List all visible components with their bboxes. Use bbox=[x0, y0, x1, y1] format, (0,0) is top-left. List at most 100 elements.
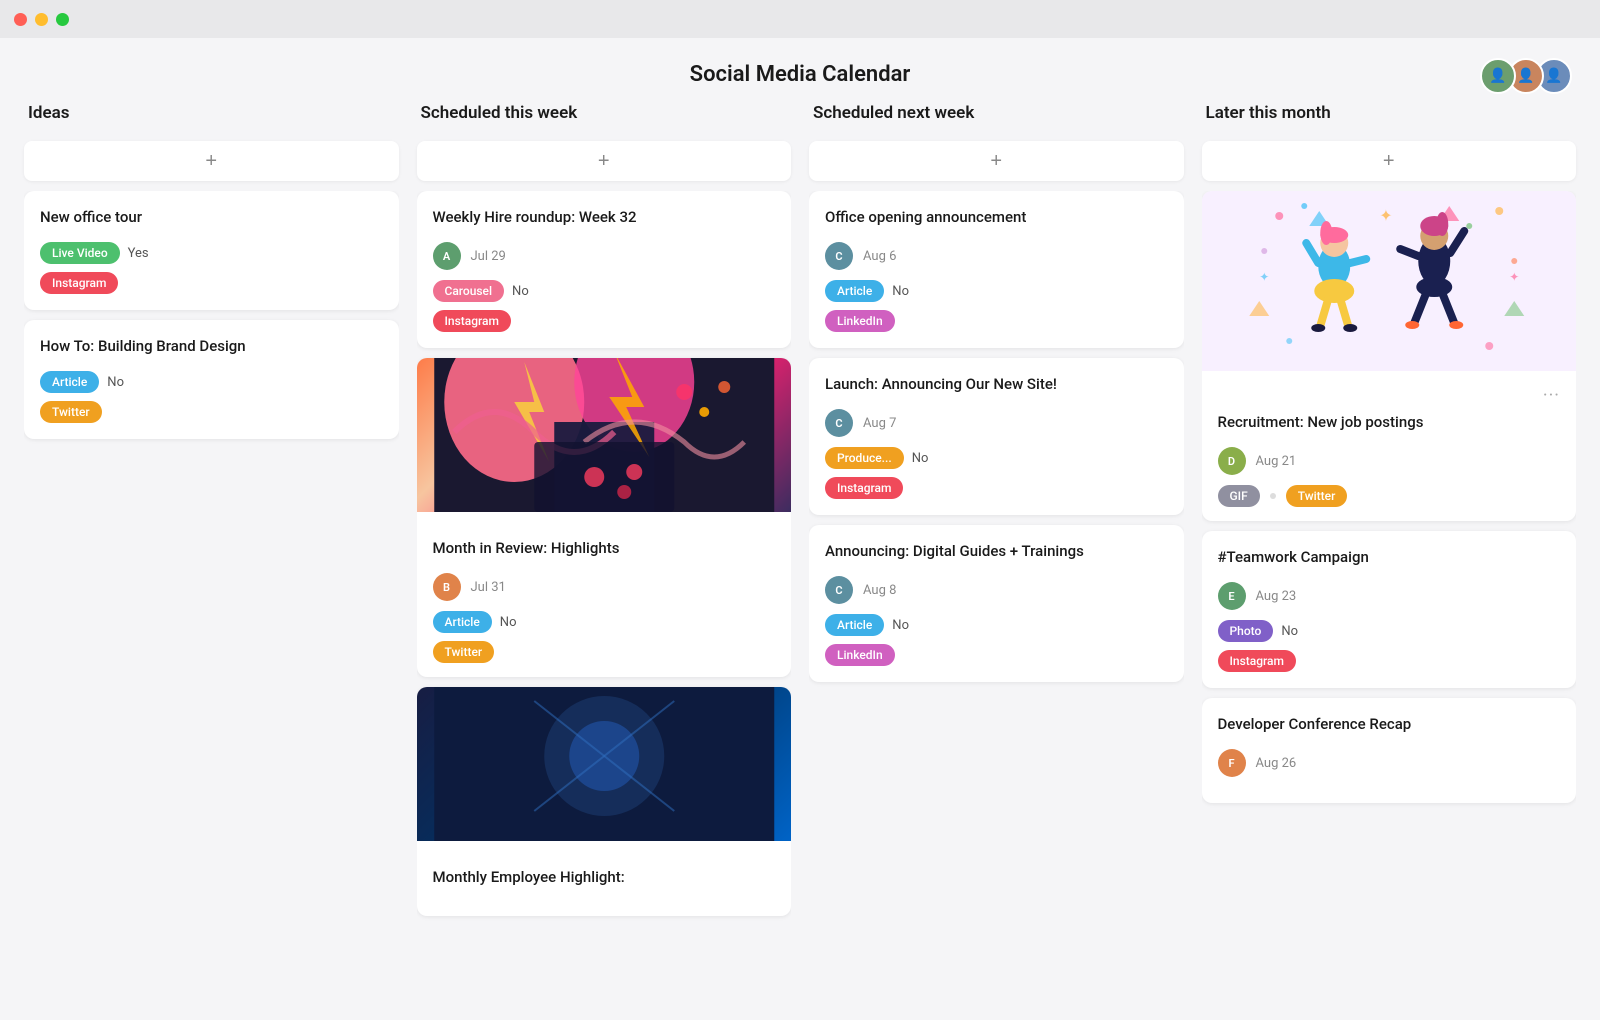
card-meta: D Aug 21 bbox=[1218, 447, 1561, 475]
card-date: Jul 29 bbox=[471, 249, 506, 264]
card-title: Monthly Employee Highlight: bbox=[433, 867, 776, 888]
add-button-later[interactable]: + bbox=[1202, 141, 1577, 181]
card-avatar: C bbox=[825, 409, 853, 437]
column-scheduled-this-week: Scheduled this week + Weekly Hire roundu… bbox=[417, 103, 792, 996]
card-content: ··· Recruitment: New job postings D Aug … bbox=[1202, 371, 1577, 521]
card-title: Launch: Announcing Our New Site! bbox=[825, 374, 1168, 395]
card-date: Jul 31 bbox=[471, 580, 506, 595]
tag-article: Article bbox=[433, 611, 492, 633]
tag-linkedin: LinkedIn bbox=[825, 644, 895, 666]
card-tags: Article No bbox=[40, 371, 383, 393]
card-value: No bbox=[892, 618, 909, 633]
card-value: No bbox=[500, 615, 517, 630]
add-button-next-week[interactable]: + bbox=[809, 141, 1184, 181]
column-header-ideas: Ideas bbox=[24, 103, 399, 131]
card-title: #Teamwork Campaign bbox=[1218, 547, 1561, 568]
avatar-1[interactable]: 👤 bbox=[1480, 58, 1516, 94]
maximize-dot[interactable] bbox=[56, 13, 69, 26]
card-tags: Article No bbox=[825, 280, 1168, 302]
card-value: No bbox=[912, 451, 929, 466]
app-container: Social Media Calendar 👤 👤 👤 Ideas + New … bbox=[0, 38, 1600, 1020]
card-menu: ··· bbox=[1218, 385, 1561, 406]
card-employee-highlight[interactable]: Monthly Employee Highlight: bbox=[417, 687, 792, 916]
card-new-office-tour[interactable]: New office tour Live Video Yes Instagram bbox=[24, 191, 399, 310]
card-month-review[interactable]: Month in Review: Highlights B Jul 31 Art… bbox=[417, 358, 792, 677]
card-tags: Article No bbox=[825, 614, 1168, 636]
tag-live-video: Live Video bbox=[40, 242, 120, 264]
add-button-ideas[interactable]: + bbox=[24, 141, 399, 181]
column-body-ideas: New office tour Live Video Yes Instagram… bbox=[24, 191, 399, 996]
card-meta: C Aug 7 bbox=[825, 409, 1168, 437]
card-tags: GIF Twitter bbox=[1218, 485, 1561, 507]
tag-gif: GIF bbox=[1218, 485, 1260, 507]
card-avatar: E bbox=[1218, 582, 1246, 610]
svg-text:✦: ✦ bbox=[1259, 270, 1269, 284]
card-new-site-launch[interactable]: Launch: Announcing Our New Site! C Aug 7… bbox=[809, 358, 1184, 515]
tag-carousel: Carousel bbox=[433, 280, 505, 302]
tag-twitter: Twitter bbox=[433, 641, 495, 663]
card-title: Announcing: Digital Guides + Trainings bbox=[825, 541, 1168, 562]
card-date: Aug 7 bbox=[863, 416, 896, 431]
card-title: Month in Review: Highlights bbox=[433, 538, 776, 559]
card-avatar: F bbox=[1218, 749, 1246, 777]
card-teamwork-campaign[interactable]: #Teamwork Campaign E Aug 23 Photo No Ins… bbox=[1202, 531, 1577, 688]
card-value: No bbox=[107, 375, 124, 390]
card-value: No bbox=[892, 284, 909, 299]
card-tags: Carousel No bbox=[433, 280, 776, 302]
card-platform-tags: Instagram bbox=[433, 310, 776, 332]
column-header-this-week: Scheduled this week bbox=[417, 103, 792, 131]
tag-twitter: Twitter bbox=[40, 401, 102, 423]
card-content: Monthly Employee Highlight: bbox=[417, 853, 792, 916]
card-image bbox=[417, 358, 792, 512]
card-date: Aug 21 bbox=[1256, 454, 1297, 469]
card-tags: Article No bbox=[433, 611, 776, 633]
card-tags: Live Video Yes bbox=[40, 242, 383, 264]
card-meta: C Aug 8 bbox=[825, 576, 1168, 604]
card-value: Yes bbox=[128, 246, 149, 261]
add-button-this-week[interactable]: + bbox=[417, 141, 792, 181]
tag-instagram: Instagram bbox=[40, 272, 118, 294]
card-recruitment[interactable]: ✦ ✦ ✦ ··· Recruitment: New job postings … bbox=[1202, 191, 1577, 521]
card-title: How To: Building Brand Design bbox=[40, 336, 383, 357]
card-office-opening[interactable]: Office opening announcement C Aug 6 Arti… bbox=[809, 191, 1184, 348]
celebration-image: ✦ ✦ ✦ bbox=[1202, 191, 1577, 371]
card-platform-tags: Instagram bbox=[40, 272, 383, 294]
tag-linkedin: LinkedIn bbox=[825, 310, 895, 332]
card-date: Aug 8 bbox=[863, 583, 896, 598]
card-value: No bbox=[512, 284, 529, 299]
close-dot[interactable] bbox=[14, 13, 27, 26]
card-weekly-hire[interactable]: Weekly Hire roundup: Week 32 A Jul 29 Ca… bbox=[417, 191, 792, 348]
card-meta: B Jul 31 bbox=[433, 573, 776, 601]
card-title: New office tour bbox=[40, 207, 383, 228]
card-title: Recruitment: New job postings bbox=[1218, 412, 1561, 433]
column-body-this-week: Weekly Hire roundup: Week 32 A Jul 29 Ca… bbox=[417, 191, 792, 996]
page-title: Social Media Calendar bbox=[0, 62, 1600, 87]
tag-twitter: Twitter bbox=[1286, 485, 1348, 507]
header: Social Media Calendar 👤 👤 👤 bbox=[0, 38, 1600, 103]
svg-text:✦: ✦ bbox=[1379, 206, 1392, 225]
card-date: Aug 23 bbox=[1256, 589, 1297, 604]
card-dev-conference[interactable]: Developer Conference Recap F Aug 26 bbox=[1202, 698, 1577, 803]
tag-instagram: Instagram bbox=[433, 310, 511, 332]
card-meta: A Jul 29 bbox=[433, 242, 776, 270]
avatar-group: 👤 👤 👤 bbox=[1488, 58, 1572, 94]
card-tags: Photo No bbox=[1218, 620, 1561, 642]
tag-article: Article bbox=[40, 371, 99, 393]
tag-produce: Produce... bbox=[825, 447, 904, 469]
dark-image-placeholder bbox=[417, 687, 792, 841]
card-brand-design[interactable]: How To: Building Brand Design Article No… bbox=[24, 320, 399, 439]
card-title: Developer Conference Recap bbox=[1218, 714, 1561, 735]
card-date: Aug 26 bbox=[1256, 756, 1297, 771]
column-ideas: Ideas + New office tour Live Video Yes I… bbox=[24, 103, 399, 996]
card-platform-tags: Twitter bbox=[433, 641, 776, 663]
minimize-dot[interactable] bbox=[35, 13, 48, 26]
tag-article: Article bbox=[825, 614, 884, 636]
dots-menu-icon[interactable]: ··· bbox=[1543, 385, 1560, 406]
card-platform-tags: Twitter bbox=[40, 401, 383, 423]
separator bbox=[1270, 493, 1276, 499]
tag-instagram: Instagram bbox=[1218, 650, 1296, 672]
card-digital-guides[interactable]: Announcing: Digital Guides + Trainings C… bbox=[809, 525, 1184, 682]
tag-instagram: Instagram bbox=[825, 477, 903, 499]
card-avatar: B bbox=[433, 573, 461, 601]
board: Ideas + New office tour Live Video Yes I… bbox=[0, 103, 1600, 1020]
